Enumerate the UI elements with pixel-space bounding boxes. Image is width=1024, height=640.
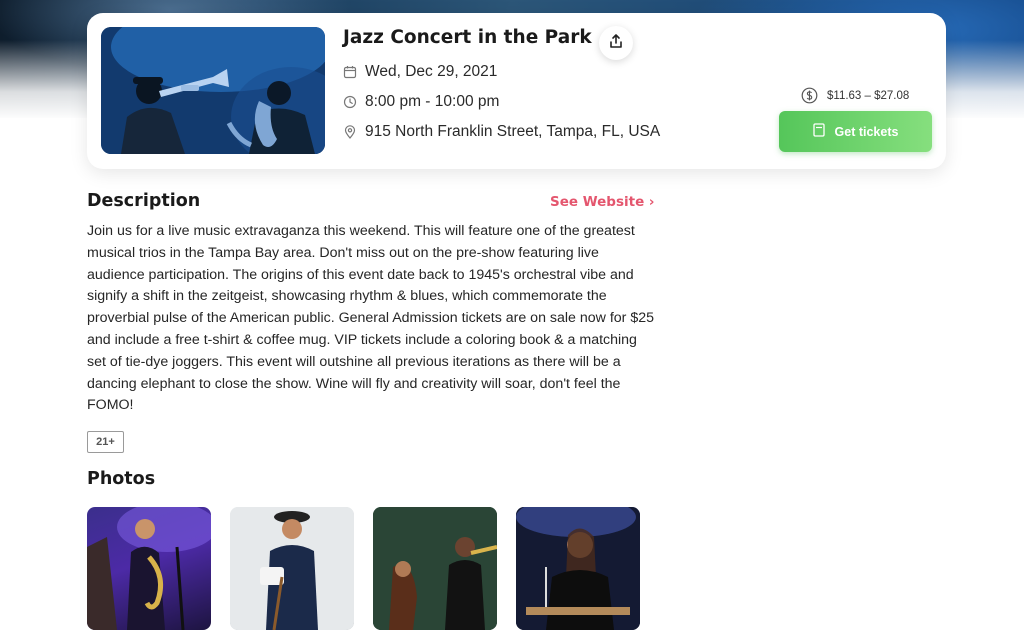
event-date: Wed, Dec 29, 2021 <box>365 63 498 80</box>
clock-icon <box>343 95 357 109</box>
event-image <box>101 27 325 154</box>
photos-heading: Photos <box>87 469 156 489</box>
event-location: 915 North Franklin Street, Tampa, FL, US… <box>365 123 661 140</box>
get-tickets-button[interactable]: Get tickets <box>779 111 932 152</box>
location-pin-icon <box>343 125 357 139</box>
event-time-row: 8:00 pm - 10:00 pm <box>343 93 499 111</box>
event-title: Jazz Concert in the Park <box>343 27 592 48</box>
photo-thumbnail-3[interactable] <box>373 507 497 630</box>
share-icon <box>608 33 624 54</box>
price-range: $11.63 – $27.08 <box>827 89 910 102</box>
event-card: Jazz Concert in the Park Wed, Dec 29, 20… <box>87 13 946 169</box>
photo-thumbnail-1[interactable] <box>87 507 211 630</box>
photo-thumbnail-4[interactable] <box>516 507 640 630</box>
event-date-row: Wed, Dec 29, 2021 <box>343 63 497 81</box>
event-time: 8:00 pm - 10:00 pm <box>365 93 500 110</box>
ticket-icon <box>812 123 825 140</box>
price-row: $11.63 – $27.08 <box>801 87 909 104</box>
dollar-circle-icon <box>801 87 818 104</box>
age-restriction-badge: 21+ <box>87 431 124 453</box>
event-location-row: 915 North Franklin Street, Tampa, FL, US… <box>343 123 660 141</box>
get-tickets-label: Get tickets <box>834 124 899 139</box>
see-website-link[interactable]: See Website › <box>550 194 655 210</box>
description-text: Join us for a live music extravaganza th… <box>87 223 655 414</box>
photo-thumbnail-2[interactable] <box>230 507 354 630</box>
calendar-icon <box>343 65 357 79</box>
description-heading: Description <box>87 191 201 211</box>
share-button[interactable] <box>599 26 633 60</box>
